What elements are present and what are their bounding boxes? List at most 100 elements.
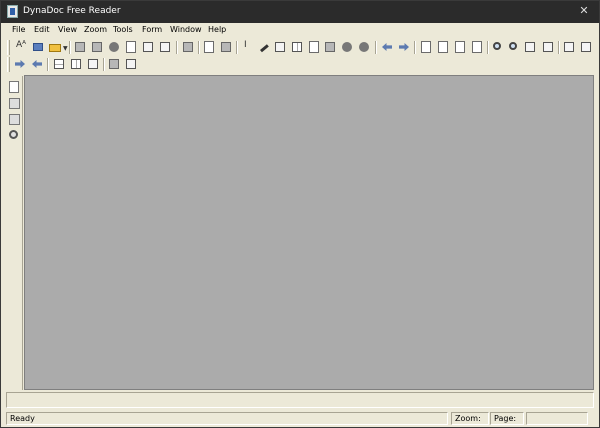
zoom-in-icon bbox=[493, 42, 501, 50]
print-button[interactable] bbox=[90, 40, 104, 54]
menu-tools[interactable]: Tools bbox=[113, 25, 133, 34]
record-button[interactable] bbox=[340, 40, 354, 54]
rotate-page-button[interactable] bbox=[307, 40, 321, 54]
highlight-button[interactable] bbox=[257, 40, 271, 54]
email-button[interactable] bbox=[141, 40, 155, 54]
app-window: DynaDoc Free Reader ✕ File Edit View Zoo… bbox=[0, 0, 600, 428]
arrow-right-icon bbox=[15, 60, 25, 68]
continuous-pages-icon bbox=[88, 59, 98, 69]
save-icon bbox=[75, 42, 85, 52]
toolbar-grip[interactable] bbox=[7, 40, 10, 55]
fit-page-icon bbox=[543, 42, 553, 52]
zoom-status: Zoom: bbox=[451, 412, 489, 425]
hand-icon bbox=[183, 42, 193, 52]
stamp-button[interactable] bbox=[323, 40, 337, 54]
rotate-page-icon bbox=[309, 41, 319, 53]
last-page-button[interactable] bbox=[470, 40, 484, 54]
tile-button[interactable] bbox=[562, 40, 576, 54]
properties-icon bbox=[160, 42, 170, 52]
clipboard-icon bbox=[221, 42, 231, 52]
next-page-icon bbox=[455, 41, 465, 53]
note-button[interactable] bbox=[273, 40, 287, 54]
fit-page-button[interactable] bbox=[541, 40, 555, 54]
toolbar-separator bbox=[375, 41, 377, 54]
fit-width-button[interactable] bbox=[523, 40, 537, 54]
two-page-icon bbox=[71, 59, 81, 69]
menu-bar: File Edit View Zoom Tools Form Window He… bbox=[1, 23, 599, 38]
bookmarks-icon bbox=[9, 98, 20, 109]
export-icon bbox=[126, 41, 136, 53]
fit-width-icon bbox=[525, 42, 535, 52]
bookmarks-tab[interactable] bbox=[8, 97, 21, 110]
app-logo-icon bbox=[7, 5, 18, 18]
document-workspace[interactable] bbox=[24, 75, 594, 390]
toolbar-separator bbox=[558, 41, 560, 54]
cascade-icon bbox=[581, 42, 591, 52]
last-page-icon bbox=[472, 41, 482, 53]
title-bar: DynaDoc Free Reader ✕ bbox=[1, 1, 599, 23]
toolbar-grip[interactable] bbox=[7, 57, 10, 72]
status-text: Ready bbox=[6, 412, 448, 425]
forward-arrow-icon bbox=[399, 43, 409, 51]
properties-button[interactable] bbox=[158, 40, 172, 54]
tile-icon bbox=[564, 42, 574, 52]
stamp-icon bbox=[325, 42, 335, 52]
menu-file[interactable]: File bbox=[12, 25, 25, 34]
menu-edit[interactable]: Edit bbox=[34, 25, 50, 34]
single-page-button[interactable] bbox=[52, 57, 66, 71]
close-button[interactable]: ✕ bbox=[577, 4, 591, 18]
circle-icon bbox=[342, 42, 352, 52]
monitor-icon bbox=[33, 43, 43, 51]
globe-button[interactable] bbox=[357, 40, 371, 54]
go-back-button[interactable] bbox=[30, 57, 44, 71]
toolbar-separator bbox=[47, 58, 49, 71]
page-status: Page: bbox=[490, 412, 524, 425]
cascade-button[interactable] bbox=[579, 40, 593, 54]
export-button[interactable] bbox=[124, 40, 138, 54]
text-cursor-button[interactable]: I bbox=[241, 40, 255, 54]
menu-zoom[interactable]: Zoom bbox=[84, 25, 107, 34]
folder-open-icon bbox=[49, 44, 61, 52]
settings-button[interactable] bbox=[107, 40, 121, 54]
page-number-field bbox=[526, 412, 588, 425]
split-vertical-button[interactable] bbox=[290, 40, 304, 54]
forward-button[interactable] bbox=[397, 40, 411, 54]
secondary-toolbar bbox=[1, 56, 599, 73]
arrow-left-icon bbox=[32, 60, 42, 68]
save-button[interactable] bbox=[73, 40, 87, 54]
tools-button[interactable] bbox=[107, 57, 121, 71]
zoom-out-button[interactable] bbox=[507, 40, 521, 54]
back-button[interactable] bbox=[380, 40, 394, 54]
next-page-button[interactable] bbox=[453, 40, 467, 54]
paste-button[interactable] bbox=[219, 40, 233, 54]
menu-view[interactable]: View bbox=[58, 25, 77, 34]
zoom-in-button[interactable] bbox=[491, 40, 505, 54]
form-button[interactable] bbox=[124, 57, 138, 71]
go-forward-button[interactable] bbox=[13, 57, 27, 71]
toolbar-separator bbox=[69, 41, 71, 54]
two-page-button[interactable] bbox=[69, 57, 83, 71]
monitor-button[interactable] bbox=[31, 40, 45, 54]
prev-page-icon bbox=[438, 41, 448, 53]
open-button[interactable]: ▼ bbox=[48, 40, 68, 54]
hand-tool-button[interactable] bbox=[181, 40, 195, 54]
menu-help[interactable]: Help bbox=[208, 25, 226, 34]
printer-icon bbox=[92, 42, 102, 52]
pages-tab[interactable] bbox=[8, 81, 21, 94]
toolbar-separator bbox=[198, 41, 200, 54]
copy-button[interactable] bbox=[202, 40, 216, 54]
first-page-button[interactable] bbox=[419, 40, 433, 54]
dropdown-arrow-icon: ▼ bbox=[63, 45, 68, 52]
menu-form[interactable]: Form bbox=[142, 25, 162, 34]
toolbar-separator bbox=[103, 58, 105, 71]
status-bar: Ready Zoom: Page: bbox=[1, 411, 599, 427]
envelope-icon bbox=[143, 42, 153, 52]
thumbnails-tab[interactable] bbox=[8, 113, 21, 126]
single-page-icon bbox=[54, 59, 64, 69]
search-tab[interactable] bbox=[8, 129, 21, 142]
toolbar-separator bbox=[414, 41, 416, 54]
prev-page-button[interactable] bbox=[436, 40, 450, 54]
continuous-button[interactable] bbox=[86, 57, 100, 71]
text-select-button[interactable]: Aᴬ bbox=[13, 40, 27, 54]
menu-window[interactable]: Window bbox=[170, 25, 202, 34]
